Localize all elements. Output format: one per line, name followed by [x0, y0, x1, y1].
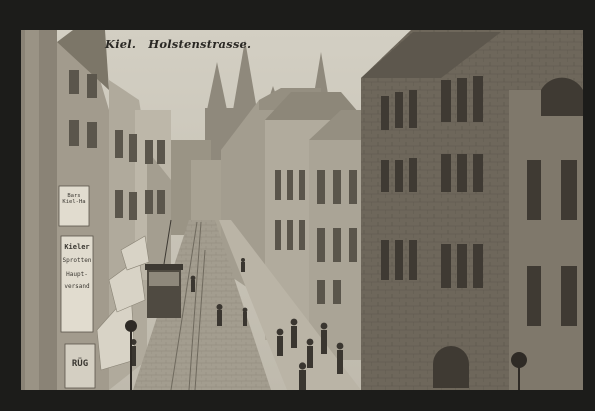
street-photograph: Bars Kiel-Ha Kieler Sprotten Haupt- vers…	[21, 30, 583, 390]
sign-versand: versand	[64, 283, 90, 290]
sign-sprotten: Sprotten	[62, 257, 92, 264]
sign-bottom: RÜG	[71, 359, 89, 369]
caption-city: Kiel.	[105, 37, 137, 51]
street-scene	[21, 30, 583, 390]
sign-bars: Bars Kiel-Ha	[62, 193, 86, 205]
sign-kieler: Kieler	[64, 243, 90, 251]
caption-street: Holstenstrasse.	[148, 37, 252, 51]
sign-haupt: Haupt-	[66, 271, 88, 278]
sign-board-upper	[58, 185, 90, 227]
postcard-frame: Bars Kiel-Ha Kieler Sprotten Haupt- vers…	[0, 0, 595, 411]
postcard-caption: Kiel. Holstenstrasse.	[105, 37, 251, 51]
